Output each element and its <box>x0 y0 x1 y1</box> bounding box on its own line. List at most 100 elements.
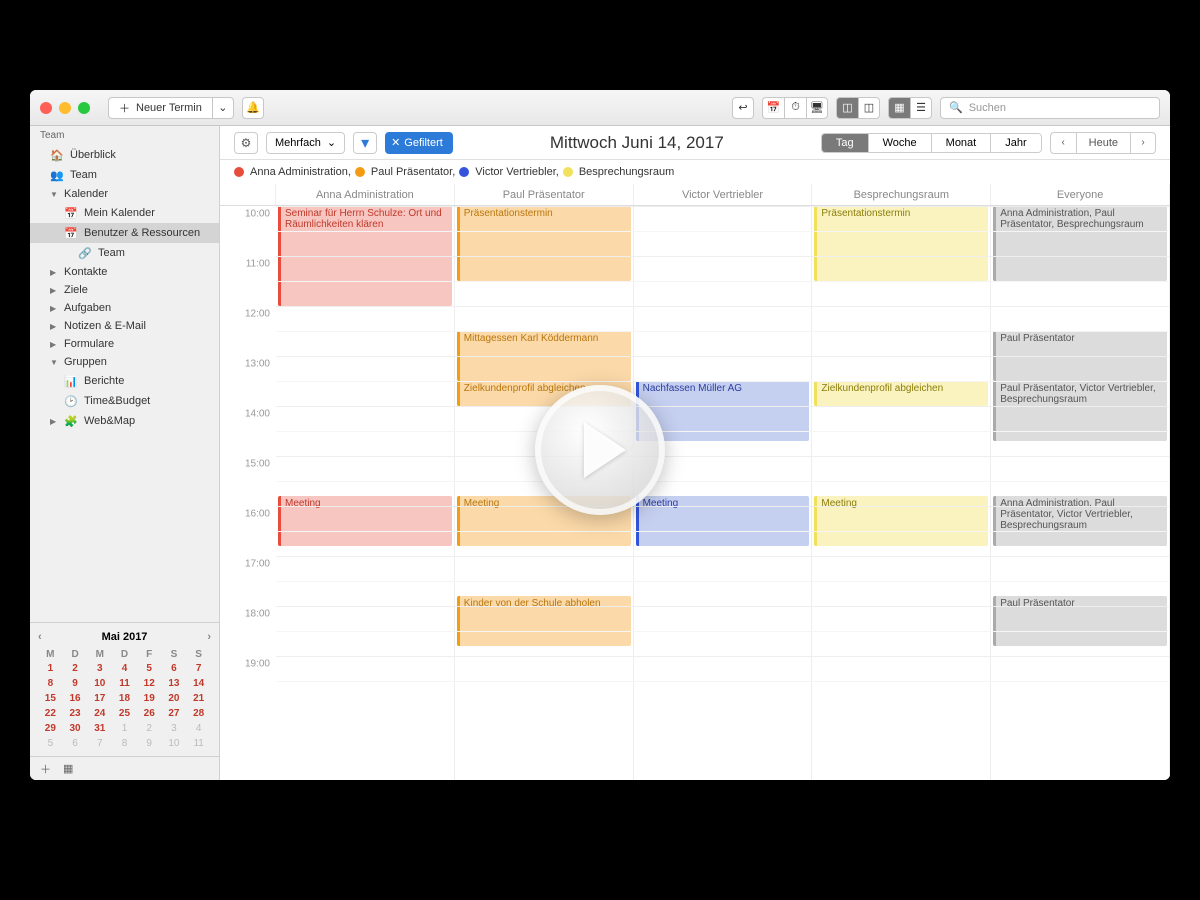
minical-day[interactable]: 29 <box>38 722 63 735</box>
calendar-event[interactable]: Anna Administration, Paul Präsentator, B… <box>993 206 1167 281</box>
sidebar-item-reports[interactable]: 📊Berichte <box>30 371 219 391</box>
sidebar-item-notes[interactable]: ▶Notizen & E-Mail <box>30 317 219 335</box>
sidebar-item-tasks[interactable]: ▶Aufgaben <box>30 299 219 317</box>
seg-year[interactable]: Jahr <box>991 134 1040 152</box>
new-event-button[interactable]: ＋Neuer Termin <box>108 97 212 119</box>
minical-day[interactable]: 10 <box>162 737 187 750</box>
grid-icon[interactable]: ▦ <box>63 762 73 775</box>
minical-day[interactable]: 2 <box>137 722 162 735</box>
minical-day[interactable]: 14 <box>186 677 211 690</box>
minical-day[interactable]: 21 <box>186 692 211 705</box>
today-button[interactable]: Heute <box>1076 132 1130 154</box>
back-icon[interactable]: ↩ <box>732 97 754 119</box>
minical-day[interactable]: 24 <box>87 707 112 720</box>
minical-day[interactable]: 23 <box>63 707 88 720</box>
minical-day[interactable]: 11 <box>186 737 211 750</box>
column-room[interactable]: Präsentationstermin Zielkundenprofil abgl… <box>812 206 991 780</box>
calendar-event[interactable]: Anna Administration, Paul Präsentator, V… <box>993 496 1167 546</box>
column-victor[interactable]: Nachfassen Müller AGMeeting <box>634 206 813 780</box>
new-event-dropdown[interactable]: ⌄ <box>212 97 234 119</box>
list-view-icon[interactable]: ☰ <box>910 97 932 119</box>
minical-day[interactable]: 5 <box>137 662 162 675</box>
minical-prev[interactable]: ‹ <box>38 631 42 643</box>
minical-day[interactable]: 3 <box>87 662 112 675</box>
minical-day[interactable]: 7 <box>87 737 112 750</box>
sidebar-item-timebudget[interactable]: 🕑Time&Budget <box>30 391 219 411</box>
sidebar-item-calendar[interactable]: ▼Kalender <box>30 185 219 203</box>
minical-day[interactable]: 1 <box>112 722 137 735</box>
calendar-event[interactable]: Meeting <box>814 496 988 546</box>
minical-day[interactable]: 15 <box>38 692 63 705</box>
calendar-event[interactable]: Präsentationstermin <box>814 206 988 281</box>
minical-next[interactable]: › <box>207 631 211 643</box>
add-icon[interactable]: ＋ <box>40 761 51 777</box>
minical-day[interactable]: 9 <box>63 677 88 690</box>
minical-day[interactable]: 6 <box>63 737 88 750</box>
minical-day[interactable]: 26 <box>137 707 162 720</box>
minical-day[interactable]: 9 <box>137 737 162 750</box>
minical-day[interactable]: 20 <box>162 692 187 705</box>
minical-day[interactable]: 31 <box>87 722 112 735</box>
calendar-icon[interactable]: 📅 <box>762 97 784 119</box>
calendar-event[interactable]: Zielkundenprofil abgleichen <box>814 381 988 406</box>
minical-day[interactable]: 27 <box>162 707 187 720</box>
timer-icon[interactable]: ⏱ <box>784 97 806 119</box>
bell-button[interactable]: 🔔 <box>242 97 264 119</box>
minical-day[interactable]: 8 <box>112 737 137 750</box>
prev-button[interactable]: ‹ <box>1050 132 1076 154</box>
minimize-icon[interactable] <box>59 102 71 114</box>
minical-day[interactable]: 1 <box>38 662 63 675</box>
seg-week[interactable]: Woche <box>869 134 932 152</box>
minical-day[interactable]: 7 <box>186 662 211 675</box>
calendar-event[interactable]: Meeting <box>278 496 452 546</box>
minical-day[interactable]: 4 <box>112 662 137 675</box>
filter-chip[interactable]: ✕Gefiltert <box>385 132 453 154</box>
sidebar-item-team2[interactable]: 🔗Team <box>30 243 219 263</box>
next-button[interactable]: › <box>1130 132 1156 154</box>
sidebar-item-goals[interactable]: ▶Ziele <box>30 281 219 299</box>
sidebar-item-forms[interactable]: ▶Formulare <box>30 335 219 353</box>
sidebar-item-team[interactable]: 👥Team <box>30 165 219 185</box>
sidebar-item-my-calendar[interactable]: 📅Mein Kalender <box>30 203 219 223</box>
filter-button[interactable]: ▾ <box>353 132 377 154</box>
minical-day[interactable]: 25 <box>112 707 137 720</box>
calendar-event[interactable]: Präsentationstermin <box>457 206 631 281</box>
minical-day[interactable]: 18 <box>112 692 137 705</box>
minical-day[interactable]: 5 <box>38 737 63 750</box>
zoom-icon[interactable] <box>78 102 90 114</box>
screen-icon[interactable]: 🖥 <box>806 97 828 119</box>
multiview-dropdown[interactable]: Mehrfach⌄ <box>266 132 345 154</box>
close-icon[interactable] <box>40 102 52 114</box>
minical-day[interactable]: 22 <box>38 707 63 720</box>
column-everyone[interactable]: Anna Administration, Paul Präsentator, B… <box>991 206 1170 780</box>
minical-day[interactable]: 8 <box>38 677 63 690</box>
calendar-event[interactable]: Paul Präsentator, Victor Vertriebler, Be… <box>993 381 1167 441</box>
calendar-event[interactable]: Kinder von der Schule abholen <box>457 596 631 646</box>
minical-day[interactable]: 10 <box>87 677 112 690</box>
sidebar-item-overview[interactable]: 🏠Überblick <box>30 145 219 165</box>
search-input[interactable]: 🔍Suchen <box>940 97 1160 119</box>
column-anna[interactable]: Seminar für Herrn Schulze: Ort und Räuml… <box>276 206 455 780</box>
seg-month[interactable]: Monat <box>932 134 992 152</box>
layout-right-icon[interactable]: ◫ <box>858 97 880 119</box>
play-button-overlay[interactable] <box>535 385 665 515</box>
minical-day[interactable]: 12 <box>137 677 162 690</box>
minical-day[interactable]: 6 <box>162 662 187 675</box>
seg-day[interactable]: Tag <box>822 134 869 152</box>
minical-day[interactable]: 13 <box>162 677 187 690</box>
layout-left-icon[interactable]: ◫ <box>836 97 858 119</box>
minical-day[interactable]: 2 <box>63 662 88 675</box>
minical-day[interactable]: 17 <box>87 692 112 705</box>
minical-day[interactable]: 3 <box>162 722 187 735</box>
sidebar-item-contacts[interactable]: ▶Kontakte <box>30 263 219 281</box>
sidebar-item-users-resources[interactable]: 📅Benutzer & Ressourcen <box>30 223 219 243</box>
grid-view-icon[interactable]: ▦ <box>888 97 910 119</box>
calendar-event[interactable]: Meeting <box>636 496 810 546</box>
minical-day[interactable]: 16 <box>63 692 88 705</box>
calendar-event[interactable]: Paul Präsentator <box>993 596 1167 646</box>
sidebar-item-groups[interactable]: ▼Gruppen <box>30 353 219 371</box>
minical-day[interactable]: 4 <box>186 722 211 735</box>
minical-day[interactable]: 30 <box>63 722 88 735</box>
minical-day[interactable]: 28 <box>186 707 211 720</box>
close-icon[interactable]: ✕ <box>391 136 400 149</box>
